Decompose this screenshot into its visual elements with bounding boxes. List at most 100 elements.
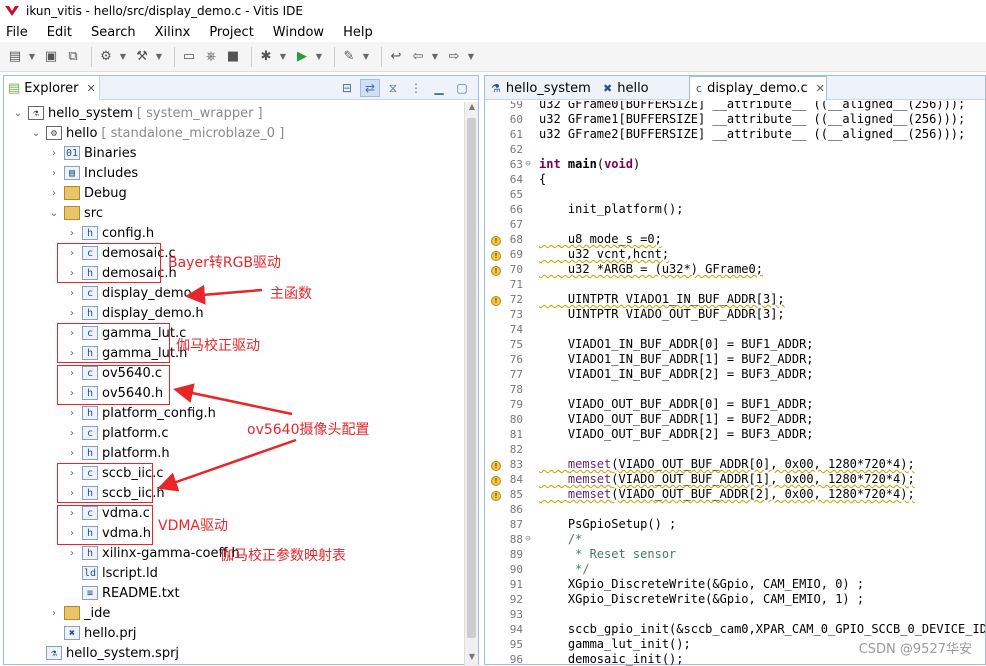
warning-icon[interactable]: ! — [491, 476, 501, 486]
chevron-right-icon[interactable]: › — [48, 148, 60, 159]
chevron-down-icon[interactable]: ⌄ — [12, 108, 24, 119]
chevron-right-icon[interactable]: › — [48, 188, 60, 199]
maximize-icon[interactable]: ▢ — [452, 79, 472, 97]
debug-icon[interactable]: ✱ — [257, 48, 275, 66]
tree-item[interactable]: ›hplatform_config.h — [66, 403, 216, 423]
fold-icon[interactable]: ⊖ — [523, 157, 533, 172]
warning-icon[interactable]: ! — [491, 296, 501, 306]
tab-display-demo-c[interactable]: c display_demo.c ✕ — [689, 76, 827, 100]
c-file-icon: c — [82, 286, 98, 300]
save-all-icon[interactable]: ⧉ — [64, 48, 82, 66]
warning-icon[interactable]: ! — [491, 461, 501, 471]
line-number: 66 — [503, 202, 523, 217]
back-icon[interactable]: ⇦ — [409, 48, 427, 66]
tab-hello-system[interactable]: ⚗ hello_system — [485, 76, 591, 100]
save-icon[interactable]: ▣ — [42, 48, 60, 66]
build-dropdown-icon[interactable]: ▼ — [155, 48, 163, 66]
menu-help[interactable]: Help — [343, 25, 373, 40]
new-dropdown-icon[interactable]: ▼ — [28, 48, 36, 66]
code-line: 89 * Reset sensor — [485, 547, 676, 562]
tree-item-label: lscript.ld — [102, 566, 158, 581]
tree-item[interactable]: ⌄⚗hello_system[ system_wrapper ] — [12, 103, 263, 123]
tree-item[interactable]: ⌄src — [48, 203, 103, 223]
settings-dropdown-icon[interactable]: ▼ — [119, 48, 127, 66]
chevron-right-icon[interactable]: › — [66, 428, 78, 439]
fold-icon[interactable]: ⊖ — [523, 532, 533, 547]
chevron-right-icon[interactable]: › — [48, 168, 60, 179]
menu-window[interactable]: Window — [273, 25, 324, 40]
terminal-icon[interactable]: ■ — [224, 48, 242, 66]
chevron-down-icon[interactable]: ⌄ — [48, 208, 60, 219]
build-hammer-icon[interactable]: ⚒ — [133, 48, 151, 66]
close-icon[interactable]: ✕ — [86, 82, 95, 95]
toolbar-separator — [174, 47, 175, 67]
line-number: 62 — [503, 142, 523, 157]
tree-item[interactable]: ›_ide — [48, 603, 110, 623]
code-line: 73 UINTPTR VIADO_OUT_BUF_ADDR[3]; — [485, 307, 785, 322]
tree-item[interactable]: ldlscript.ld — [66, 563, 158, 583]
fold-spacer — [523, 367, 533, 382]
external-tools-dropdown-icon[interactable]: ▼ — [362, 48, 370, 66]
new-icon[interactable]: ▤ — [6, 48, 24, 66]
tree-item[interactable]: ⌄⚙hello[ standalone_microblaze_0 ] — [30, 123, 284, 143]
explorer-tab-label: Explorer — [24, 81, 78, 96]
link-with-editor-icon[interactable]: ⇄ — [360, 79, 380, 97]
menu-search[interactable]: Search — [91, 25, 136, 40]
forward-icon[interactable]: ⇨ — [445, 48, 463, 66]
tree-item[interactable]: ›hplatform.h — [66, 443, 170, 463]
tree-item[interactable]: ≡README.txt — [66, 583, 180, 603]
menu-project[interactable]: Project — [209, 25, 253, 40]
fold-spacer — [523, 101, 533, 112]
gutter — [485, 322, 503, 337]
warning-icon[interactable]: ! — [491, 491, 501, 501]
tree-item[interactable]: ⚗hello_system.sprj — [30, 643, 179, 663]
settings-icon[interactable]: ⚙ — [97, 48, 115, 66]
tree-item[interactable]: ›cplatform.c — [66, 423, 169, 443]
chevron-right-icon[interactable]: › — [48, 608, 60, 619]
tree-item[interactable]: ›hconfig.h — [66, 223, 154, 243]
scroll-up-icon[interactable]: ▲ — [465, 102, 479, 116]
tab-hello[interactable]: ✖ hello — [597, 76, 689, 100]
chevron-right-icon[interactable]: › — [66, 288, 78, 299]
tree-item[interactable]: ›▤Includes — [48, 163, 138, 183]
forward-dropdown-icon[interactable]: ▼ — [467, 48, 475, 66]
collapse-all-icon[interactable]: ⊟ — [337, 79, 357, 97]
debug-dropdown-icon[interactable]: ▼ — [279, 48, 287, 66]
chevron-right-icon[interactable]: › — [66, 548, 78, 559]
external-tools-icon[interactable]: ✎ — [340, 48, 358, 66]
scroll-down-icon[interactable]: ▼ — [465, 652, 479, 666]
tree-item[interactable]: ›hdisplay_demo.h — [66, 303, 204, 323]
back-dropdown-icon[interactable]: ▼ — [431, 48, 439, 66]
tree-item[interactable]: ›cdisplay_demo.c — [66, 283, 203, 303]
close-icon[interactable]: ✕ — [816, 82, 825, 95]
last-edit-icon[interactable]: ↩ — [387, 48, 405, 66]
run-dropdown-icon[interactable]: ▼ — [315, 48, 323, 66]
explorer-tab[interactable]: ▤ Explorer ✕ — [4, 76, 100, 100]
minimize-icon[interactable]: ▁ — [429, 79, 449, 97]
view-menu-icon[interactable]: ⋮ — [406, 79, 426, 97]
xsct-icon[interactable]: ⎈ — [202, 48, 220, 66]
console-icon[interactable]: ▭ — [180, 48, 198, 66]
menu-xilinx[interactable]: Xilinx — [155, 25, 191, 40]
tree-item[interactable]: ›Debug — [48, 183, 127, 203]
warning-icon[interactable]: ! — [491, 236, 501, 246]
explorer-scrollbar[interactable]: ▲ ▼ — [464, 102, 478, 666]
chevron-right-icon[interactable]: › — [66, 448, 78, 459]
scrollbar-thumb[interactable] — [467, 118, 476, 638]
tree-item[interactable]: ✖hello.prj — [48, 623, 137, 643]
chevron-right-icon[interactable]: › — [66, 228, 78, 239]
warning-icon[interactable]: ! — [491, 251, 501, 261]
code-area[interactable]: 59u32 GFrame0[BUFFERSIZE] __attribute__ … — [485, 101, 985, 666]
tree-item[interactable]: ›hxilinx-gamma-coeff.h — [66, 543, 240, 563]
chevron-right-icon[interactable]: › — [66, 308, 78, 319]
menu-edit[interactable]: Edit — [47, 25, 72, 40]
menu-file[interactable]: File — [6, 25, 28, 40]
chevron-down-icon[interactable]: ⌄ — [30, 128, 42, 139]
warning-icon[interactable]: ! — [491, 266, 501, 276]
filters-icon[interactable]: ⧖ — [383, 79, 403, 97]
code-text — [533, 502, 539, 517]
tree-item[interactable]: ›01Binaries — [48, 143, 136, 163]
run-icon[interactable]: ▶ — [293, 48, 311, 66]
chevron-right-icon[interactable]: › — [66, 408, 78, 419]
code-text: VIADO1_IN_BUF_ADDR[1] = BUF2_ADDR; — [533, 352, 814, 367]
